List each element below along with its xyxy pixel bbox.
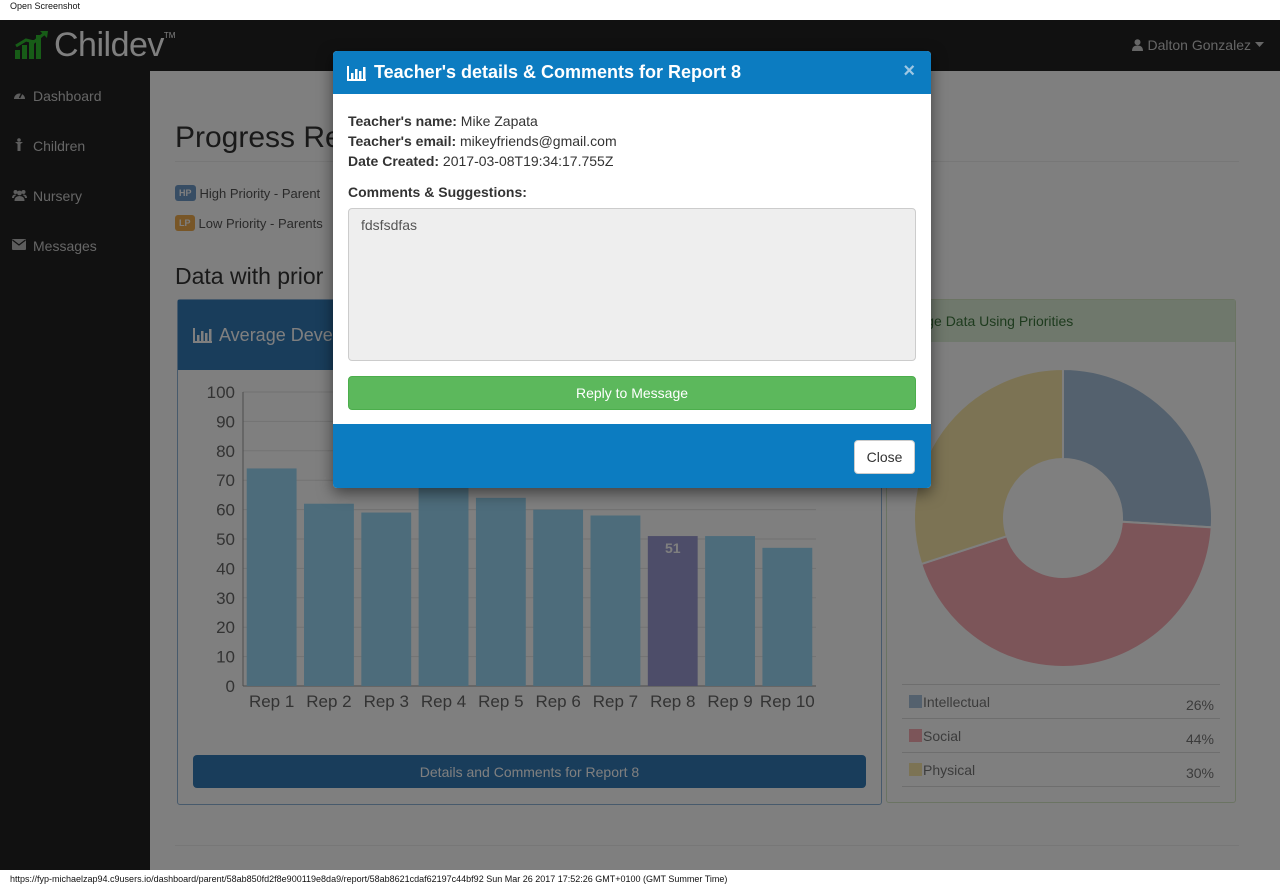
close-button[interactable]: Close — [854, 440, 915, 474]
teacher-name: Mike Zapata — [460, 113, 538, 129]
date-created: 2017-03-08T19:34:17.755Z — [442, 153, 614, 169]
reply-button[interactable]: Reply to Message — [348, 376, 916, 410]
modal-footer: Close — [333, 424, 931, 488]
teacher-email-line: Teacher's email: mikeyfriends@gmail.com — [348, 131, 916, 151]
print-header: Open Screenshot — [0, 0, 1280, 20]
bar-chart-icon — [347, 65, 366, 81]
teacher-name-label: Teacher's name: — [348, 113, 457, 129]
teacher-name-line: Teacher's name: Mike Zapata — [348, 111, 916, 131]
teacher-comments-modal: Teacher's details & Comments for Report … — [333, 51, 931, 488]
print-footer-url: https://fyp-michaelzap94.c9users.io/dash… — [0, 870, 1280, 885]
date-created-line: Date Created: 2017-03-08T19:34:17.755Z — [348, 151, 916, 171]
close-icon[interactable]: × — [903, 60, 915, 83]
modal-title: Teacher's details & Comments for Report … — [374, 62, 742, 82]
comments-textarea[interactable]: fdsfsdfas — [348, 208, 916, 361]
date-created-label: Date Created: — [348, 153, 440, 169]
teacher-email-label: Teacher's email: — [348, 133, 457, 149]
teacher-email: mikeyfriends@gmail.com — [460, 133, 617, 149]
modal-header: Teacher's details & Comments for Report … — [333, 51, 931, 94]
comments-label: Comments & Suggestions: — [348, 184, 527, 200]
modal-body: Teacher's name: Mike Zapata Teacher's em… — [333, 94, 931, 410]
